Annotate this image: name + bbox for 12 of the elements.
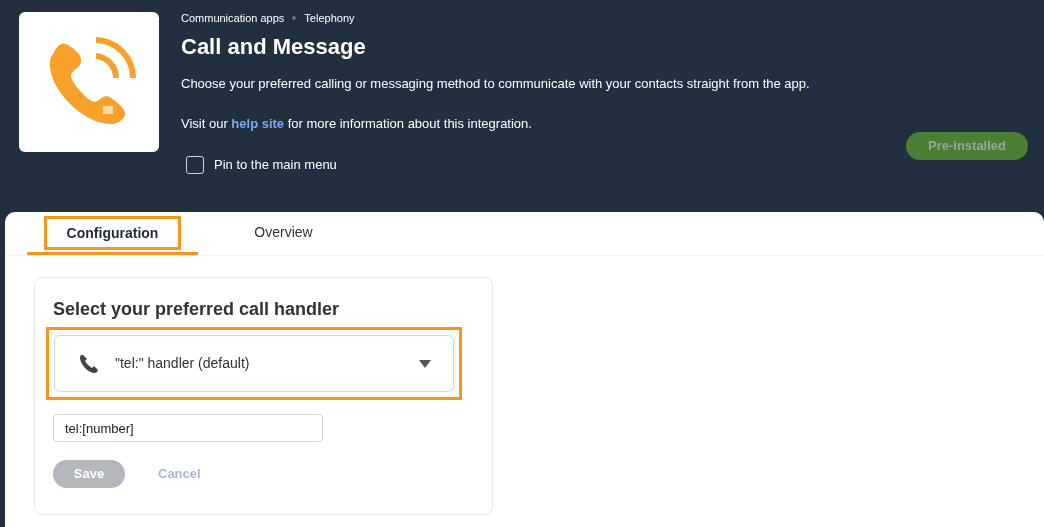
url-input-field[interactable]: tel:[number] [53, 414, 323, 442]
handler-dropdown[interactable]: "tel:" handler (default) [54, 335, 454, 392]
tab[interactable]: Configuration [43, 216, 182, 250]
description-text: Choose your preferred calling or messaging method to communicate with your contacts straight from the app. [181, 75, 810, 93]
tab[interactable]: Overview [234, 215, 333, 249]
breadcrumb-link[interactable]: Communication apps [181, 9, 285, 27]
pin-checkbox[interactable]: Pin to the main menu [186, 155, 810, 175]
section-heading: Select your preferred call handler [53, 298, 341, 321]
caret-down-icon [419, 359, 431, 368]
help-text: Visit our help site for more information about this integration. [181, 114, 533, 133]
breadcrumb-link[interactable]: Telephony [304, 9, 355, 27]
page-title: Call and Message [181, 33, 367, 61]
